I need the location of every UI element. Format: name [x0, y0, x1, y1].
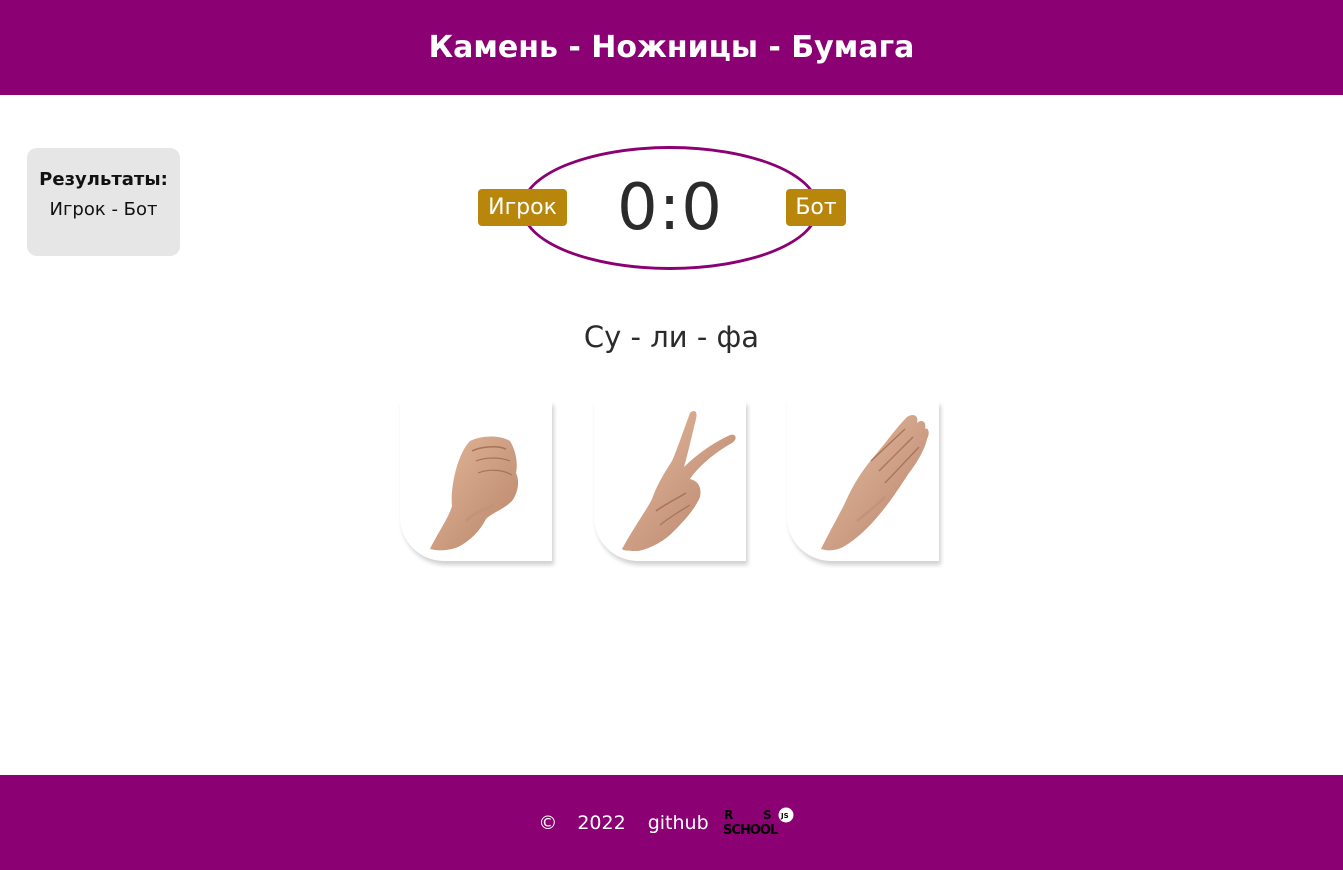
results-panel: Результаты: Игрок - Бот — [27, 148, 180, 256]
bot-label: Бот — [786, 189, 846, 226]
v-sign-hand-icon — [622, 411, 736, 551]
paper-button[interactable] — [787, 401, 939, 561]
chant-text: Су - ли - фа — [583, 320, 760, 354]
copyright-symbol: © — [538, 811, 558, 834]
page-title: Камень - Ножницы - Бумага — [428, 30, 915, 65]
flat-hand-icon — [821, 415, 929, 551]
rs-school-logo[interactable]: R S SCHOOL JS — [723, 807, 805, 839]
score-value: 0:0 — [617, 171, 723, 245]
svg-text:S: S — [763, 808, 772, 822]
scissors-button[interactable] — [594, 401, 746, 561]
copyright-year: 2022 — [577, 811, 626, 834]
page-header: Камень - Ножницы - Бумага — [0, 0, 1343, 95]
player-label: Игрок — [478, 189, 567, 226]
results-title: Результаты: — [39, 169, 168, 190]
svg-text:JS: JS — [780, 812, 789, 820]
fist-hand-icon — [430, 436, 519, 551]
github-link[interactable]: github — [648, 812, 709, 834]
svg-text:R: R — [724, 808, 733, 822]
rs-school-logo-icon: R S SCHOOL JS — [723, 807, 794, 838]
results-subtitle: Игрок - Бот — [49, 199, 158, 220]
rock-button[interactable] — [400, 401, 552, 561]
svg-text:SCHOOL: SCHOOL — [723, 823, 778, 838]
page-footer: © 2022 github R S SCHOOL JS — [0, 775, 1343, 870]
